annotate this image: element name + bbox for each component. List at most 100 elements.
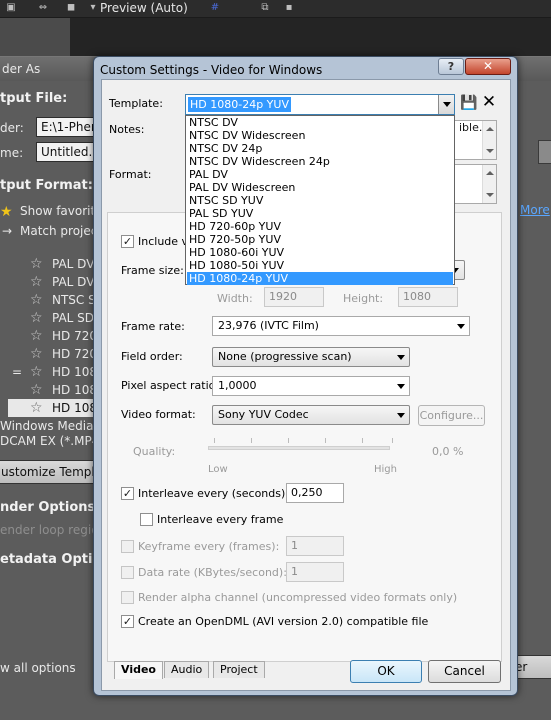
- chevron-down-icon[interactable]: [397, 384, 405, 389]
- star-icon[interactable]: ☆: [30, 347, 43, 361]
- quality-value: 0,0 %: [432, 445, 464, 458]
- ok-button[interactable]: OK: [350, 660, 422, 683]
- template-option[interactable]: HD 720-50p YUV: [187, 233, 453, 246]
- template-option[interactable]: HD 720-60p YUV: [187, 220, 453, 233]
- template-dropdown-list[interactable]: NTSC DV NTSC DV Widescreen NTSC DV 24p N…: [185, 115, 455, 285]
- format-list-item-selected[interactable]: HD 108: [52, 401, 97, 415]
- tab-video[interactable]: Video: [114, 661, 163, 679]
- background-preview-area: [70, 18, 551, 60]
- name-field[interactable]: Untitled.a: [36, 142, 96, 162]
- format-list-item[interactable]: HD 720: [52, 347, 97, 361]
- include-video-checkbox[interactable]: ✓: [121, 235, 134, 248]
- template-option[interactable]: PAL SD YUV: [187, 207, 453, 220]
- cancel-button[interactable]: Cancel: [428, 660, 501, 683]
- template-option[interactable]: PAL DV: [187, 168, 453, 181]
- format-list-item[interactable]: HD 108: [52, 383, 97, 397]
- xdcam-format-item[interactable]: DCAM EX (*.MP4: [0, 434, 99, 448]
- template-option[interactable]: NTSC DV Widescreen: [187, 129, 453, 142]
- interleave-every-frame-label[interactable]: Interleave every frame: [157, 513, 283, 526]
- format-list-item[interactable]: HD 108: [52, 365, 97, 379]
- keyframe-checkbox[interactable]: [121, 540, 134, 553]
- close-button[interactable]: ✕: [465, 58, 511, 75]
- star-icon[interactable]: ☆: [30, 311, 43, 325]
- template-option[interactable]: NTSC DV Widescreen 24p: [187, 155, 453, 168]
- scroll-down-icon[interactable]: [486, 149, 494, 153]
- template-option[interactable]: HD 1080-60i YUV: [187, 246, 453, 259]
- data-rate-label: Data rate (KBytes/second):: [138, 566, 287, 579]
- interleave-label[interactable]: Interleave every (seconds):: [138, 487, 289, 500]
- template-option-selected[interactable]: HD 1080-24p YUV: [187, 272, 453, 285]
- customize-template-button[interactable]: ustomize Templa: [0, 460, 96, 484]
- quality-slider[interactable]: [208, 446, 390, 450]
- save-snapshot-icon[interactable]: ▪: [282, 2, 296, 14]
- scroll-up-icon[interactable]: [486, 171, 494, 175]
- format-list-item[interactable]: HD 720: [52, 329, 97, 343]
- pixel-aspect-ratio-combo[interactable]: 1,0000: [212, 376, 410, 396]
- template-option[interactable]: NTSC SD YUV: [187, 194, 453, 207]
- preview-quality-label[interactable]: Preview (Auto): [100, 0, 188, 16]
- folder-field[interactable]: E:\1-Phen: [36, 117, 96, 137]
- format-list-item[interactable]: PAL DV: [52, 275, 94, 289]
- show-favorites-label[interactable]: Show favorite: [20, 204, 103, 218]
- interleave-checkbox[interactable]: ✓: [121, 487, 134, 500]
- background-side-button[interactable]: [538, 140, 551, 164]
- toolbar-icon-2[interactable]: ⇔: [36, 2, 50, 14]
- template-option[interactable]: NTSC DV 24p: [187, 142, 453, 155]
- notes-scrollbar[interactable]: [482, 121, 496, 159]
- match-project-label[interactable]: Match projec: [20, 224, 97, 238]
- format-list-item[interactable]: PAL SD: [52, 311, 94, 325]
- format-list-item[interactable]: NTSC S: [52, 293, 96, 307]
- interleave-seconds-field[interactable]: 0,250: [286, 483, 344, 503]
- show-all-options-label[interactable]: w all options: [0, 661, 76, 675]
- tab-project[interactable]: Project: [213, 661, 265, 678]
- tab-audio[interactable]: Audio: [164, 661, 210, 678]
- copy-icon[interactable]: ⧉: [258, 2, 272, 14]
- template-dropdown-button[interactable]: [438, 95, 454, 114]
- data-rate-field[interactable]: 1: [286, 562, 344, 582]
- interleave-every-frame-checkbox[interactable]: [140, 513, 153, 526]
- video-format-dropdown[interactable]: Sony YUV Codec: [212, 405, 410, 425]
- grid-icon[interactable]: #: [208, 2, 222, 14]
- scroll-down-icon[interactable]: [486, 193, 494, 197]
- dropdown-arrow-icon[interactable]: ▾: [86, 2, 100, 14]
- template-option[interactable]: PAL DV Widescreen: [187, 181, 453, 194]
- slider-tick: [214, 438, 215, 443]
- slider-tick: [362, 438, 363, 443]
- render-alpha-checkbox[interactable]: [121, 591, 134, 604]
- delete-template-icon[interactable]: ✕: [480, 93, 498, 111]
- background-toolbar: ▣ ⇔ ◼ ▾ Preview (Auto) # ⧉ ▪: [0, 0, 551, 18]
- toolbar-icon-1[interactable]: ▣: [4, 2, 18, 14]
- more-link[interactable]: More: [520, 203, 550, 217]
- star-icon[interactable]: ☆: [30, 365, 43, 379]
- opendml-checkbox[interactable]: ✓: [121, 615, 134, 628]
- height-field[interactable]: 1080: [398, 287, 458, 307]
- toolbar-icon-3[interactable]: ◼: [64, 2, 78, 14]
- template-option[interactable]: NTSC DV: [187, 116, 453, 129]
- width-field[interactable]: 1920: [264, 287, 324, 307]
- star-icon[interactable]: ☆: [30, 293, 43, 307]
- star-icon[interactable]: ☆: [30, 401, 43, 415]
- format-scrollbar[interactable]: [482, 165, 496, 203]
- keyframe-field[interactable]: 1: [286, 536, 344, 556]
- opendml-label[interactable]: Create an OpenDML (AVI version 2.0) comp…: [138, 615, 428, 628]
- star-icon[interactable]: ☆: [30, 383, 43, 397]
- template-option[interactable]: HD 1080-50i YUV: [187, 259, 453, 272]
- frame-size-label: Frame size:: [121, 264, 184, 277]
- frame-rate-combo[interactable]: 23,976 (IVTC Film): [212, 316, 470, 336]
- field-order-dropdown[interactable]: None (progressive scan): [212, 347, 410, 367]
- chevron-down-icon[interactable]: [457, 324, 465, 329]
- data-rate-checkbox[interactable]: [121, 566, 134, 579]
- chevron-down-icon[interactable]: [397, 355, 405, 360]
- template-combo[interactable]: HD 1080-24p YUV: [185, 94, 455, 115]
- format-list-item[interactable]: PAL DV: [52, 257, 94, 271]
- star-icon[interactable]: ☆: [30, 275, 43, 289]
- configure-button[interactable]: Configure...: [418, 405, 485, 426]
- template-selected-text[interactable]: HD 1080-24p YUV: [188, 97, 291, 112]
- star-icon[interactable]: ☆: [30, 257, 43, 271]
- star-icon[interactable]: ☆: [30, 329, 43, 343]
- help-button[interactable]: ?: [438, 58, 464, 75]
- include-video-label[interactable]: Include vi: [138, 235, 191, 248]
- scroll-up-icon[interactable]: [486, 127, 494, 131]
- chevron-down-icon[interactable]: [397, 413, 405, 418]
- save-template-icon[interactable]: 💾: [460, 96, 477, 111]
